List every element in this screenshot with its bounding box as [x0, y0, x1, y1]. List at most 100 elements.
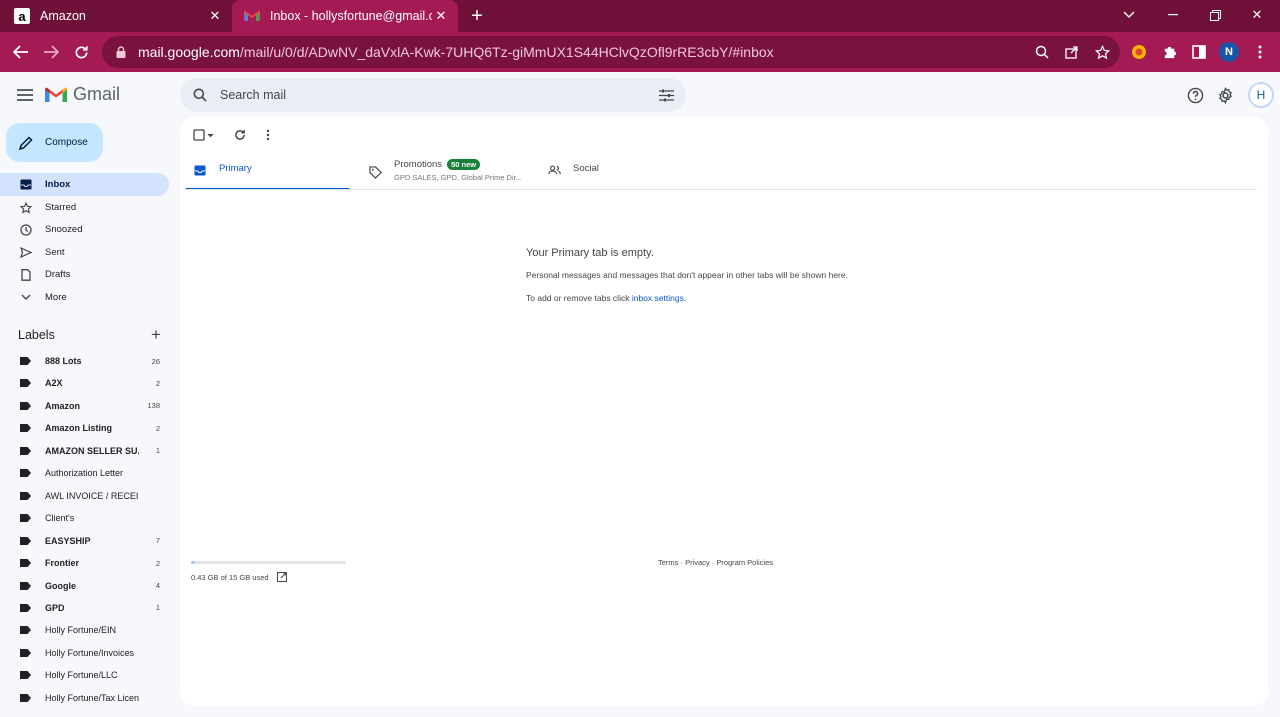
new-tab-button[interactable]: + — [466, 5, 488, 27]
label-unread-count: 26 — [151, 356, 160, 366]
select-all-checkbox[interactable] — [190, 127, 218, 143]
label-name: Google — [45, 580, 76, 591]
label-name: 888 Lots — [45, 356, 82, 366]
close-tab-icon[interactable]: ✕ — [206, 7, 224, 25]
label-item[interactable]: AMAZON SELLER SU... 1 — [0, 441, 169, 461]
help-icon[interactable] — [1184, 84, 1206, 106]
search-options-icon[interactable] — [656, 85, 676, 105]
hint-suffix: . — [683, 293, 687, 303]
back-button[interactable] — [8, 40, 34, 64]
address-bar[interactable]: mail.google.com/mail/u/0/d/ADwNV_daVxlA-… — [102, 36, 1120, 68]
zoom-search-icon[interactable] — [1032, 42, 1052, 62]
settings-gear-icon[interactable] — [1214, 84, 1236, 106]
label-name: Holly Fortune/Invoices — [45, 647, 135, 658]
label-item[interactable]: Holly Fortune/EIN — [0, 620, 169, 640]
tab-search-chevron-icon[interactable] — [1108, 0, 1150, 30]
label-name: EASYSHIP — [45, 535, 91, 546]
label-tag-icon — [20, 626, 31, 635]
label-item[interactable]: GPD 1 — [0, 598, 169, 618]
inbox-settings-link[interactable]: inbox settings — [632, 293, 684, 303]
browser-tab-gmail[interactable]: Inbox - hollysfortune@gmail.com ✕ — [232, 0, 458, 32]
clock-icon — [19, 223, 33, 237]
minimize-window-button[interactable] — [1152, 0, 1194, 30]
restore-window-button[interactable] — [1194, 0, 1236, 30]
extensions-puzzle-icon[interactable] — [1159, 42, 1179, 62]
label-item[interactable]: Amazon Listing 2 — [0, 418, 169, 438]
tab-primary[interactable]: Primary — [185, 155, 350, 190]
search-bar[interactable] — [180, 78, 686, 112]
label-item[interactable]: Google 4 — [0, 576, 169, 596]
tab-divider — [185, 189, 1257, 190]
extension-color-icon[interactable] — [1129, 42, 1149, 62]
nav-item-starred[interactable]: Starred — [0, 196, 169, 219]
label-item[interactable]: A2X 2 — [0, 373, 169, 393]
label-unread-count: 2 — [155, 558, 160, 568]
label-tag-icon — [20, 446, 31, 455]
labels-heading: Labels + — [18, 325, 164, 345]
chevron-down-icon — [19, 291, 33, 305]
share-icon[interactable] — [1062, 42, 1082, 62]
close-window-button[interactable]: ✕ — [1236, 0, 1278, 30]
label-name: Authorization Letter — [45, 468, 124, 479]
label-name: GPD — [45, 602, 65, 613]
nav-item-sent[interactable]: Sent — [0, 241, 169, 264]
browser-toolbar: mail.google.com/mail/u/0/d/ADwNV_daVxlA-… — [0, 32, 1280, 72]
label-unread-count: 4 — [155, 581, 160, 590]
nav-item-drafts[interactable]: Drafts — [0, 263, 169, 286]
label-tag-icon — [20, 401, 31, 410]
tab-promotions-label: Promotions — [394, 159, 443, 170]
search-input[interactable] — [220, 88, 640, 102]
label-item[interactable]: Holly Fortune/Invoices — [0, 643, 169, 663]
draft-icon — [19, 268, 33, 282]
close-tab-icon[interactable]: ✕ — [432, 7, 450, 25]
url-host: mail.google.com — [138, 44, 240, 60]
tab-social[interactable]: Social — [547, 155, 712, 190]
side-panel-icon[interactable] — [1189, 42, 1209, 62]
storage-usage: 0.43 GB of 15 GB used — [191, 571, 288, 583]
compose-button[interactable]: Compose — [6, 123, 103, 162]
label-item[interactable]: 888 Lots 26 — [0, 351, 169, 371]
footer-links[interactable]: Terms · Privacy · Program Policies — [658, 558, 773, 567]
forward-button[interactable] — [38, 40, 64, 64]
more-options-icon[interactable] — [257, 127, 279, 143]
nav-item-label: More — [45, 292, 67, 303]
search-icon[interactable] — [190, 85, 210, 105]
nav-item-more[interactable]: More — [0, 286, 169, 309]
label-item[interactable]: Authorization Letter — [0, 463, 169, 483]
label-name: Holly Fortune/EIN — [45, 625, 117, 636]
nav-item-inbox[interactable]: Inbox — [0, 173, 169, 196]
label-item[interactable]: AWL INVOICE / RECEIPT — [0, 486, 169, 506]
label-name: Client's — [45, 513, 75, 524]
label-name: Amazon — [45, 400, 81, 411]
browser-profile-avatar[interactable]: N — [1219, 42, 1239, 62]
label-name: A2X — [45, 378, 63, 389]
nav-item-snoozed[interactable]: Snoozed — [0, 218, 169, 241]
label-tag-icon — [20, 469, 31, 478]
label-item[interactable]: Holly Fortune/Tax License — [0, 688, 169, 708]
browser-tab-amazon[interactable]: a Amazon ✕ — [0, 0, 232, 32]
label-item[interactable]: Holly Fortune/LLC — [0, 665, 169, 685]
label-name: Frontier — [45, 558, 80, 569]
main-menu-icon[interactable] — [14, 84, 36, 106]
label-tag-icon — [20, 491, 31, 500]
new-count-badge: 50 new — [447, 159, 481, 170]
bookmark-star-icon[interactable] — [1092, 42, 1112, 62]
refresh-icon[interactable] — [229, 127, 251, 143]
label-tag-icon — [20, 536, 31, 545]
label-item[interactable]: EASYSHIP 7 — [0, 531, 169, 551]
nav-item-label: Sent — [45, 247, 65, 258]
tab-promotions[interactable]: Promotions 50 new GPD SALES, GPD, Global… — [368, 155, 533, 190]
label-item[interactable]: Client's — [0, 508, 169, 528]
label-item[interactable]: Amazon 138 — [0, 396, 169, 416]
url-text: mail.google.com/mail/u/0/d/ADwNV_daVxlA-… — [138, 44, 774, 60]
label-tag-icon — [20, 648, 31, 657]
send-icon — [19, 246, 33, 260]
create-label-button[interactable]: + — [148, 325, 164, 345]
gmail-logo[interactable]: Gmail — [45, 84, 120, 105]
browser-menu-icon[interactable] — [1250, 42, 1270, 62]
reload-button[interactable] — [68, 40, 94, 64]
pencil-icon — [18, 135, 34, 151]
open-external-icon[interactable] — [276, 571, 288, 583]
label-item[interactable]: Frontier 2 — [0, 553, 169, 573]
account-avatar[interactable]: H — [1248, 82, 1274, 108]
